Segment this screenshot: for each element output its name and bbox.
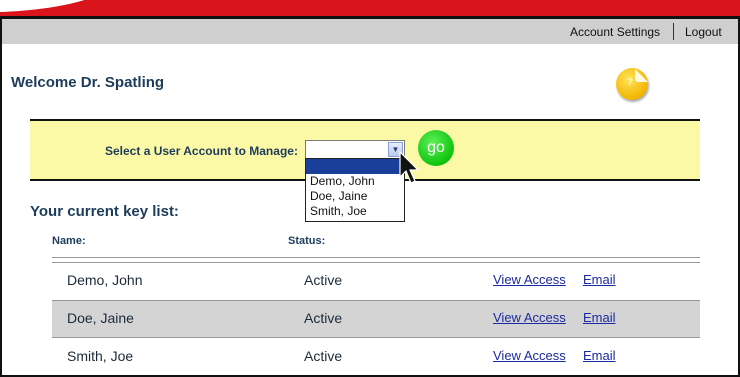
top-nav-bar: Account Settings Logout: [2, 19, 738, 44]
dropdown-option[interactable]: Demo, John: [306, 174, 404, 189]
column-header-status: Status:: [288, 235, 326, 247]
welcome-heading: Welcome Dr. Spatling: [11, 74, 165, 91]
dropdown-option[interactable]: Smith, Joe: [306, 204, 404, 219]
go-button[interactable]: go: [418, 130, 454, 166]
table-divider: [52, 257, 700, 258]
question-mark-icon: ?: [627, 77, 634, 88]
top-banner: [0, 0, 740, 16]
user-account-dropdown[interactable]: Demo, John Doe, Jaine Smith, Joe: [305, 158, 405, 222]
view-access-link[interactable]: View Access: [493, 310, 566, 325]
user-account-select[interactable]: ▼: [305, 140, 405, 159]
mouse-cursor-icon: [399, 151, 420, 184]
table-row: Smith, Joe Active View Access Email: [52, 339, 700, 377]
view-access-link[interactable]: View Access: [493, 348, 566, 363]
account-settings-link[interactable]: Account Settings: [570, 25, 660, 39]
email-link[interactable]: Email: [583, 310, 616, 325]
selector-label: Select a User Account to Manage:: [105, 144, 298, 158]
column-header-name: Name:: [52, 235, 86, 247]
email-link[interactable]: Email: [583, 348, 616, 363]
row-name: Demo, John: [67, 272, 143, 288]
key-list-title: Your current key list:: [30, 203, 179, 220]
row-name: Smith, Joe: [67, 348, 134, 364]
dropdown-option[interactable]: Doe, Jaine: [306, 189, 404, 204]
table-row: Demo, John Active View Access Email: [52, 263, 700, 301]
row-status: Active: [304, 272, 343, 288]
view-access-link[interactable]: View Access: [493, 272, 566, 287]
email-link[interactable]: Email: [583, 272, 616, 287]
logout-link[interactable]: Logout: [685, 25, 722, 39]
table-row: Doe, Jaine Active View Access Email: [52, 300, 700, 338]
dropdown-option-highlighted[interactable]: [306, 159, 404, 174]
row-name: Doe, Jaine: [67, 310, 134, 326]
help-sticker-icon[interactable]: ?: [616, 68, 648, 100]
row-status: Active: [304, 348, 343, 364]
nav-separator: [673, 23, 674, 40]
row-status: Active: [304, 310, 343, 326]
banner-swoosh: [0, 0, 101, 16]
